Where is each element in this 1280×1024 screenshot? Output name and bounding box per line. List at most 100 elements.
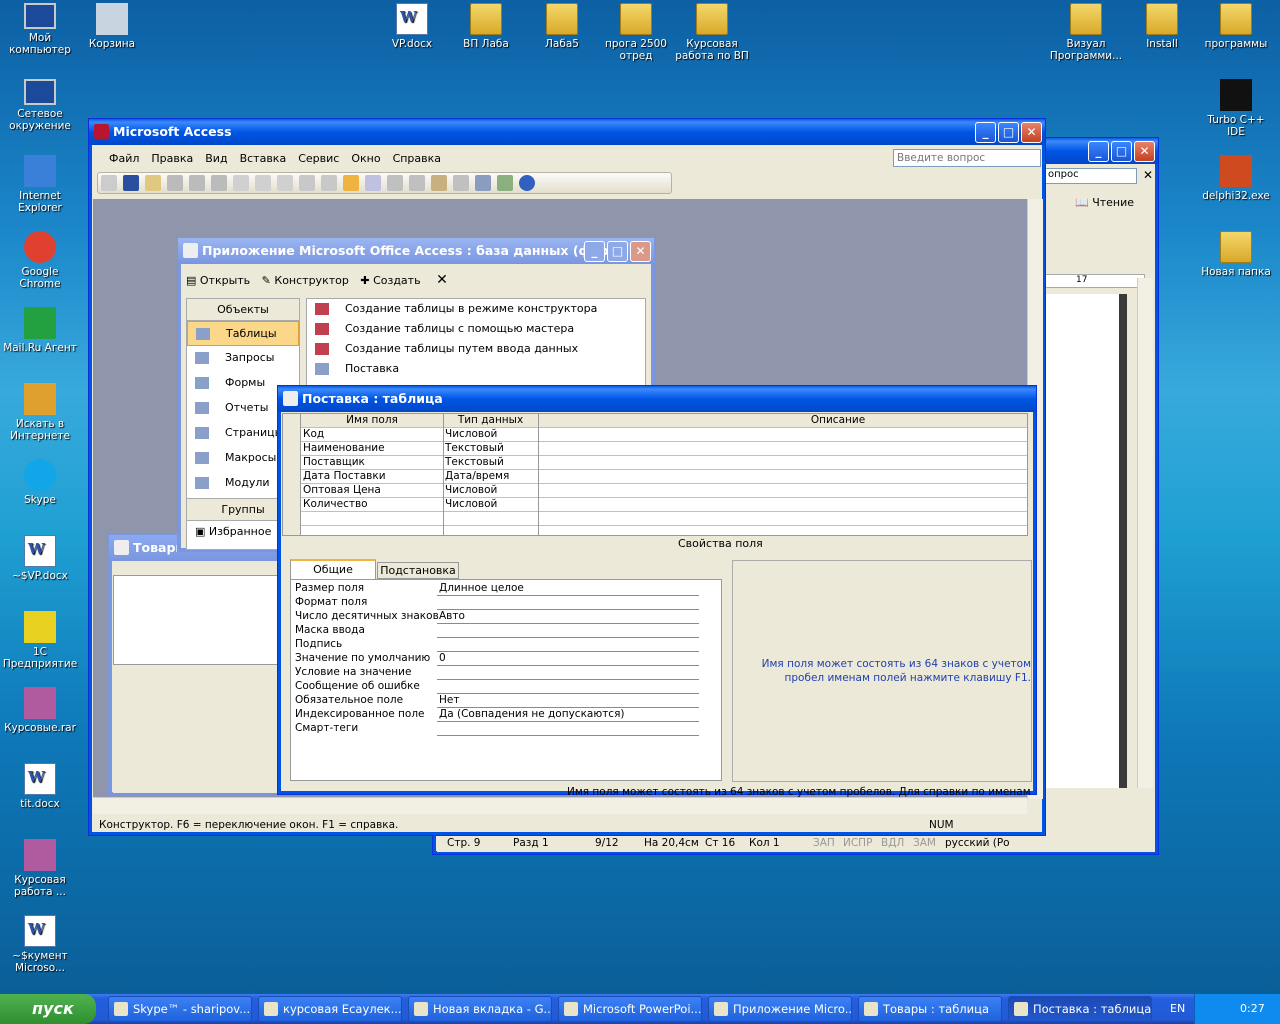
field-name-cell[interactable]: Наименование	[303, 442, 385, 455]
maximize-button[interactable]: □	[607, 241, 628, 262]
new-object-icon[interactable]	[497, 175, 513, 191]
spell-icon[interactable]	[211, 175, 227, 191]
desktop-icon[interactable]: Google Chrome	[2, 231, 78, 290]
desktop-icon[interactable]: 1С Предприятие	[2, 611, 78, 670]
menu-tools[interactable]: Сервис	[298, 152, 339, 165]
property-value[interactable]: Авто	[437, 610, 699, 624]
data-type-cell[interactable]: Текстовый	[445, 442, 504, 455]
delete-row-icon[interactable]	[409, 175, 425, 191]
property-value[interactable]: Длинное целое	[437, 582, 699, 596]
desktop-icon[interactable]: Лаба5	[524, 3, 600, 50]
menu-help[interactable]: Справка	[393, 152, 441, 165]
desktop-icon[interactable]: Курсовая работа ...	[2, 839, 78, 898]
desktop-icon[interactable]: Сетевое окружение	[2, 79, 78, 132]
menu-edit[interactable]: Правка	[151, 152, 193, 165]
db-list-item[interactable]: Поставка	[307, 359, 645, 379]
desktop-icon[interactable]: ~$VP.docx	[2, 535, 78, 582]
insert-row-icon[interactable]	[387, 175, 403, 191]
desktop-icon[interactable]: Корзина	[74, 3, 150, 50]
desktop-icon[interactable]: tit.docx	[2, 763, 78, 810]
desktop-icon[interactable]: ВП Лаба	[448, 3, 524, 50]
close-doc-icon[interactable]: ✕	[1143, 168, 1153, 182]
data-type-cell[interactable]: Числовой	[445, 428, 497, 441]
db-list-item[interactable]: Создание таблицы с помощью мастера	[307, 319, 645, 339]
desktop-icon[interactable]: Визуал Программи...	[1048, 3, 1124, 62]
build-icon[interactable]	[365, 175, 381, 191]
reading-button[interactable]: 📖 Чтение	[1075, 196, 1134, 209]
menu-window[interactable]: Окно	[351, 152, 380, 165]
maximize-button[interactable]: □	[1111, 141, 1132, 162]
taskbar-button[interactable]: Поставка : таблица	[1008, 996, 1152, 1022]
open-button[interactable]: ▤ Открыть	[186, 274, 250, 287]
desktop-icon[interactable]: VP.docx	[374, 3, 450, 50]
help-icon[interactable]	[519, 175, 535, 191]
table-row[interactable]: Поставщик Текстовый	[283, 456, 1027, 470]
desktop-icon[interactable]: delphi32.exe	[1198, 155, 1274, 202]
field-name-cell[interactable]: Оптовая Цена	[303, 484, 381, 497]
table-row[interactable]: Количество Числовой	[283, 498, 1027, 512]
menu-file[interactable]: Файл	[109, 152, 139, 165]
minimize-button[interactable]: _	[975, 122, 996, 143]
property-value[interactable]: Нет	[437, 694, 699, 708]
close-button[interactable]: ✕	[1134, 141, 1155, 162]
property-value[interactable]	[437, 596, 699, 610]
desktop-icon[interactable]: прога 2500 отред	[598, 3, 674, 62]
desktop-icon[interactable]: Курсовые.rar	[2, 687, 78, 734]
table-row[interactable]	[283, 512, 1027, 526]
table-row[interactable]	[283, 526, 1027, 535]
desktop-icon[interactable]: ~$кумент Microso...	[2, 915, 78, 974]
start-button[interactable]: пуск	[0, 994, 96, 1024]
desktop-icon[interactable]: Искать в Интернете	[2, 383, 78, 442]
property-value[interactable]: Да (Совпадения не допускаются)	[437, 708, 699, 722]
data-type-cell[interactable]: Числовой	[445, 484, 497, 497]
table-row[interactable]: Дата Поставки Дата/время	[283, 470, 1027, 484]
desktop-icon[interactable]: Курсовая работа по ВП	[674, 3, 750, 62]
field-name-cell[interactable]: Поставщик	[303, 456, 365, 469]
desktop-icon[interactable]: Internet Explorer	[2, 155, 78, 214]
db-list-item[interactable]: Создание таблицы в режиме конструктора	[307, 299, 645, 319]
taskbar-button[interactable]: Приложение Micro...	[708, 996, 852, 1022]
property-value[interactable]	[437, 638, 699, 652]
table-row[interactable]: Оптовая Цена Числовой	[283, 484, 1027, 498]
minimize-button[interactable]: _	[584, 241, 605, 262]
supply-table-window[interactable]: Поставка : таблица Имя поля Тип данных О…	[277, 385, 1037, 795]
access-titlebar[interactable]: Microsoft Access	[89, 119, 1045, 145]
taskbar-button[interactable]: курсовая Есаулек...	[258, 996, 402, 1022]
create-button[interactable]: ✚ Создать	[360, 274, 420, 287]
table-row[interactable]: Код Числовой	[283, 428, 1027, 442]
close-button[interactable]: ✕	[1021, 122, 1042, 143]
view-icon[interactable]	[101, 175, 117, 191]
data-type-cell[interactable]: Числовой	[445, 498, 497, 511]
search-icon[interactable]	[145, 175, 161, 191]
lang-indicator[interactable]: EN	[1170, 1002, 1185, 1015]
preview-icon[interactable]	[189, 175, 205, 191]
cut-icon[interactable]	[233, 175, 249, 191]
close-button[interactable]: ✕	[630, 241, 651, 262]
object-table[interactable]: Таблицы	[187, 321, 299, 346]
redo-icon[interactable]	[321, 175, 337, 191]
property-value[interactable]	[437, 666, 699, 680]
desktop-icon[interactable]: Мой компьютер	[2, 3, 78, 56]
ask-question-box[interactable]: Введите вопрос	[893, 149, 1041, 167]
desktop-icon[interactable]: Новая папка	[1198, 231, 1274, 278]
field-name-cell[interactable]: Количество	[303, 498, 368, 511]
properties-icon[interactable]	[431, 175, 447, 191]
copy-icon[interactable]	[255, 175, 271, 191]
primary-key-icon[interactable]	[343, 175, 359, 191]
mdi-hscroll[interactable]	[93, 797, 1027, 814]
maximize-button[interactable]: □	[998, 122, 1019, 143]
desktop-icon[interactable]: Mail.Ru Агент	[2, 307, 78, 354]
db-list-item[interactable]: Создание таблицы путем ввода данных	[307, 339, 645, 359]
taskbar-button[interactable]: Skype™ - sharipov...	[108, 996, 252, 1022]
db-titlebar[interactable]: Приложение Microsoft Office Access : баз…	[178, 238, 654, 264]
save-icon[interactable]	[123, 175, 139, 191]
data-type-cell[interactable]: Текстовый	[445, 456, 504, 469]
property-value[interactable]: 0	[437, 652, 699, 666]
builder-icon[interactable]	[453, 175, 469, 191]
supply-titlebar[interactable]: Поставка : таблица	[278, 386, 1036, 412]
property-value[interactable]	[437, 624, 699, 638]
field-name-cell[interactable]: Дата Поставки	[303, 470, 386, 483]
design-button[interactable]: ✎ Конструктор	[262, 274, 349, 287]
desktop-icon[interactable]: Skype	[2, 459, 78, 506]
field-name-cell[interactable]: Код	[303, 428, 324, 441]
